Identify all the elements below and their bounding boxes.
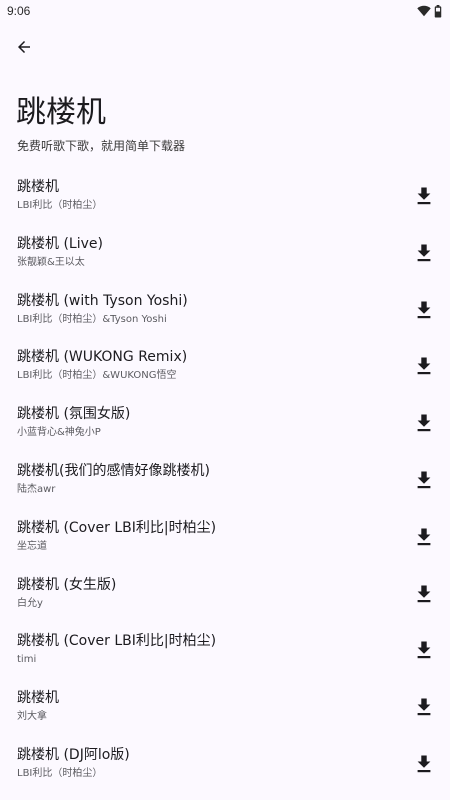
song-row-10[interactable]: 跳楼机 刘大拿 [0,681,450,738]
download-icon [417,187,431,205]
download-icon [417,414,431,432]
download-icon [417,301,431,318]
download-button[interactable] [412,298,436,322]
song-row-9[interactable]: 跳楼机 (Cover LBI利比|时柏尘) timi [0,624,450,681]
song-list: 跳楼机 LBI利比（时柏尘） 跳楼机 (Live) 张靓颖&王以太 跳楼机 (w… [0,170,450,795]
song-artist: LBI利比（时柏尘） [17,767,103,779]
song-artist: 陆杰awr [17,483,56,495]
song-title: 跳楼机 (DJ阿lo版) [17,746,130,763]
song-row-8[interactable]: 跳楼机 (女生版) 白允y [0,568,450,625]
song-row-6[interactable]: 跳楼机(我们的感情好像跳楼机) 陆杰awr [0,454,450,511]
download-button[interactable] [412,411,436,435]
song-title: 跳楼机 (氛围女版) [17,406,131,423]
download-icon [417,471,431,489]
song-title: 跳楼机 [17,690,59,707]
status-time: 9:06 [7,4,31,18]
download-icon [417,528,431,545]
song-artist: LBI利比（时柏尘） [17,200,103,211]
song-artist: timi [17,654,37,666]
song-row-3[interactable]: 跳楼机 (with Tyson Yoshi) LBI利比（时柏尘）&Tyson … [0,284,450,341]
song-artist: 小蓝背心&神兔小P [17,427,101,439]
download-button[interactable] [412,184,436,208]
song-title: 跳楼机 (with Tyson Yoshi) [17,292,188,309]
song-title: 跳楼机 [17,179,59,195]
download-icon [417,641,431,659]
download-icon [417,698,431,716]
download-icon [417,357,431,375]
song-artist: 白允y [17,597,43,609]
download-button[interactable] [412,354,436,378]
song-row-11[interactable]: 跳楼机 (DJ阿lo版) LBI利比（时柏尘） [0,738,450,795]
song-row-2[interactable]: 跳楼机 (Live) 张靓颖&王以太 [0,227,450,284]
download-button[interactable] [412,525,436,549]
song-row-1[interactable]: 跳楼机 LBI利比（时柏尘） [0,170,450,227]
status-bar: 9:06 [0,0,450,22]
song-title: 跳楼机 (Cover LBI利比|时柏尘) [17,519,217,536]
download-icon [417,585,431,602]
song-artist: 刘大拿 [17,711,47,723]
song-row-5[interactable]: 跳楼机 (氛围女版) 小蓝背心&神兔小P [0,397,450,454]
status-icons [417,4,442,18]
wifi-icon [417,5,431,17]
download-button[interactable] [412,468,436,492]
song-artist: LBI利比（时柏尘）&Tyson Yoshi [17,313,167,325]
page-subtitle: 免费听歌下歌，就用简单下载器 [17,139,186,153]
song-row-4[interactable]: 跳楼机 (WUKONG Remix) LBI利比（时柏尘）&WUKONG悟空 [0,340,450,397]
download-button[interactable] [412,638,436,662]
download-icon [417,755,431,773]
song-title: 跳楼机(我们的感情好像跳楼机) [17,462,210,479]
song-title: 跳楼机 (女生版) [17,576,117,593]
download-button[interactable] [412,752,436,776]
download-icon [417,244,431,261]
arrow-left-icon [18,41,30,53]
download-button[interactable] [412,241,436,265]
song-artist: 坐忘道 [17,540,47,552]
back-button[interactable] [8,31,40,63]
page-title: 跳楼机 [16,95,106,130]
song-title: 跳楼机 (Cover LBI利比|时柏尘) [17,633,217,650]
song-title: 跳楼机 (WUKONG Remix) [17,349,188,366]
download-button[interactable] [412,695,436,719]
song-artist: 张靓颖&王以太 [17,256,85,268]
battery-icon [434,4,442,18]
song-title: 跳楼机 (Live) [17,235,103,252]
download-button[interactable] [412,582,436,606]
song-artist: LBI利比（时柏尘）&WUKONG悟空 [17,370,177,382]
song-row-7[interactable]: 跳楼机 (Cover LBI利比|时柏尘) 坐忘道 [0,511,450,568]
